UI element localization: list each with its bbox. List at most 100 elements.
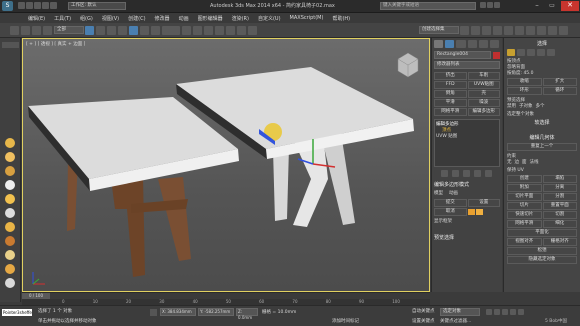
edit-poly-mode-header[interactable]: 编辑多边形模式: [434, 181, 500, 188]
rect-region-icon[interactable]: [107, 25, 116, 35]
pivot-icon[interactable]: [182, 25, 191, 35]
mod-ffd-button[interactable]: FFD: [434, 81, 467, 89]
border-icon[interactable]: [527, 49, 535, 56]
star-icon[interactable]: [487, 2, 493, 8]
mode-animate-radio[interactable]: 动画: [449, 190, 458, 196]
collapse-button[interactable]: 塌陷: [542, 175, 577, 183]
grow-button[interactable]: 扩大: [542, 78, 577, 86]
meshsmooth-button[interactable]: 网格平滑: [507, 220, 542, 228]
swatch-8-icon[interactable]: [5, 236, 15, 246]
preview-selection-header[interactable]: 预览选择: [434, 234, 500, 241]
menu-modifiers[interactable]: 修改器: [155, 15, 170, 22]
auto-key-button[interactable]: 自动关键点: [412, 308, 435, 314]
named-selection-dropdown[interactable]: 创建选择集: [419, 26, 459, 34]
selection-header[interactable]: 选择: [507, 40, 577, 47]
scale-icon[interactable]: [151, 25, 160, 35]
pin-stack-icon[interactable]: [441, 170, 448, 177]
search-input[interactable]: 键入关键字或短语: [380, 2, 476, 10]
time-slider[interactable]: 0 / 100: [22, 292, 430, 299]
redo-icon[interactable]: [50, 2, 57, 9]
by-angle-checkbox[interactable]: 按角度: 45.0: [507, 70, 577, 76]
mod-noise-button[interactable]: 噪波: [467, 99, 500, 107]
close-button[interactable]: ✕: [561, 1, 579, 11]
mod-uvw-button[interactable]: UVW贴图: [467, 81, 500, 89]
create-tab-icon[interactable]: [434, 40, 444, 48]
configure-sets-icon[interactable]: [485, 170, 492, 177]
maxscript-listener[interactable]: Pointer3sheffe: [2, 309, 32, 316]
shrink-button[interactable]: 收缩: [507, 78, 542, 86]
mod-bevel-button[interactable]: 倒角: [434, 90, 467, 98]
display-tab-icon[interactable]: [478, 40, 488, 48]
selected-mode-dropdown[interactable]: 选定对象: [440, 308, 480, 316]
render-icon[interactable]: [559, 25, 568, 35]
constraint-face-radio[interactable]: 面: [522, 159, 527, 165]
graphite-icon[interactable]: [493, 25, 502, 35]
go-end-icon[interactable]: [518, 309, 524, 315]
set-key-button[interactable]: 设置关键点: [412, 318, 435, 324]
mirror-icon[interactable]: [460, 25, 469, 35]
preview-off-radio[interactable]: 禁用: [507, 103, 516, 109]
add-time-tag[interactable]: 添加时间标记: [332, 318, 359, 324]
slice-button[interactable]: 切片: [507, 202, 542, 210]
menu-animation[interactable]: 动画: [179, 15, 189, 22]
cancel-button[interactable]: 取消: [434, 208, 467, 216]
modifier-list-dropdown[interactable]: 修改器列表: [434, 61, 500, 69]
coord-z-field[interactable]: Z: 0.0mm: [236, 308, 258, 320]
remove-modifier-icon[interactable]: [474, 170, 481, 177]
select-object-icon[interactable]: [85, 25, 94, 35]
show-cage-checkbox[interactable]: 显示框架: [434, 218, 500, 224]
bind-spacewarp-icon[interactable]: [43, 25, 52, 35]
preserve-uv-checkbox[interactable]: 保持 UV: [507, 167, 577, 173]
move-icon[interactable]: [129, 25, 138, 35]
swatch-3-icon[interactable]: [5, 166, 15, 176]
angle-snap-icon[interactable]: [215, 25, 224, 35]
key-filters-button[interactable]: 关键点过滤器...: [440, 318, 471, 324]
soft-selection-header[interactable]: 软选择: [507, 119, 577, 126]
snap-icon[interactable]: [204, 25, 213, 35]
curve-editor-icon[interactable]: [504, 25, 513, 35]
menu-help[interactable]: 帮助(H): [332, 15, 350, 22]
constraint-normal-radio[interactable]: 法线: [530, 159, 539, 165]
cage-color-swatches[interactable]: [467, 208, 501, 216]
mod-extrude-button[interactable]: 挤出: [434, 72, 467, 80]
coord-x-field[interactable]: X: 384.834mm: [160, 308, 196, 316]
lock-selection-icon[interactable]: [150, 309, 157, 316]
new-icon[interactable]: [18, 2, 25, 9]
rotate-icon[interactable]: [140, 25, 149, 35]
undo-icon[interactable]: [10, 25, 19, 35]
undo-icon[interactable]: [42, 2, 49, 9]
attach-button[interactable]: 附加: [507, 184, 542, 192]
constraint-edge-radio[interactable]: 边: [515, 159, 520, 165]
menu-edit[interactable]: 编辑(E): [28, 15, 45, 22]
ring-button[interactable]: 环形: [507, 87, 542, 95]
menu-create[interactable]: 创建(C): [128, 15, 145, 22]
detach-button[interactable]: 分离: [542, 184, 577, 192]
workspace-dropdown[interactable]: 工作区: 默认: [68, 2, 126, 10]
constraint-none-radio[interactable]: 无: [507, 159, 512, 165]
cut-button[interactable]: 切割: [542, 211, 577, 219]
menu-views[interactable]: 视图(V): [102, 15, 119, 22]
menu-tools[interactable]: 工具(T): [54, 15, 71, 22]
window-crossing-icon[interactable]: [118, 25, 127, 35]
menu-rendering[interactable]: 渲染(R): [232, 15, 249, 22]
slice-plane-button[interactable]: 切片平面: [507, 193, 542, 201]
swatch-6-icon[interactable]: [5, 208, 15, 218]
maximize-button[interactable]: ▭: [545, 1, 559, 11]
render-setup-icon[interactable]: [537, 25, 546, 35]
go-start-icon[interactable]: [486, 309, 492, 315]
mod-editpoly-button[interactable]: 编辑多边形: [467, 108, 500, 116]
repeat-last-button[interactable]: 重复上一个: [507, 143, 577, 151]
schematic-icon[interactable]: [515, 25, 524, 35]
view-align-button[interactable]: 视图对齐: [507, 238, 542, 246]
mod-smooth-button[interactable]: 平滑: [434, 99, 467, 107]
make-unique-icon[interactable]: [463, 170, 470, 177]
menu-group[interactable]: 组(G): [80, 15, 93, 22]
select-by-name-icon[interactable]: [96, 25, 105, 35]
preview-subobj-radio[interactable]: 子对象: [519, 103, 533, 109]
swatch-11-icon[interactable]: [5, 278, 15, 288]
hide-selected-button[interactable]: 隐藏选定对象: [507, 256, 577, 264]
scene-svg[interactable]: [23, 39, 429, 291]
percent-snap-icon[interactable]: [226, 25, 235, 35]
modify-tab-icon[interactable]: [445, 40, 455, 48]
help-icon[interactable]: [494, 2, 500, 8]
